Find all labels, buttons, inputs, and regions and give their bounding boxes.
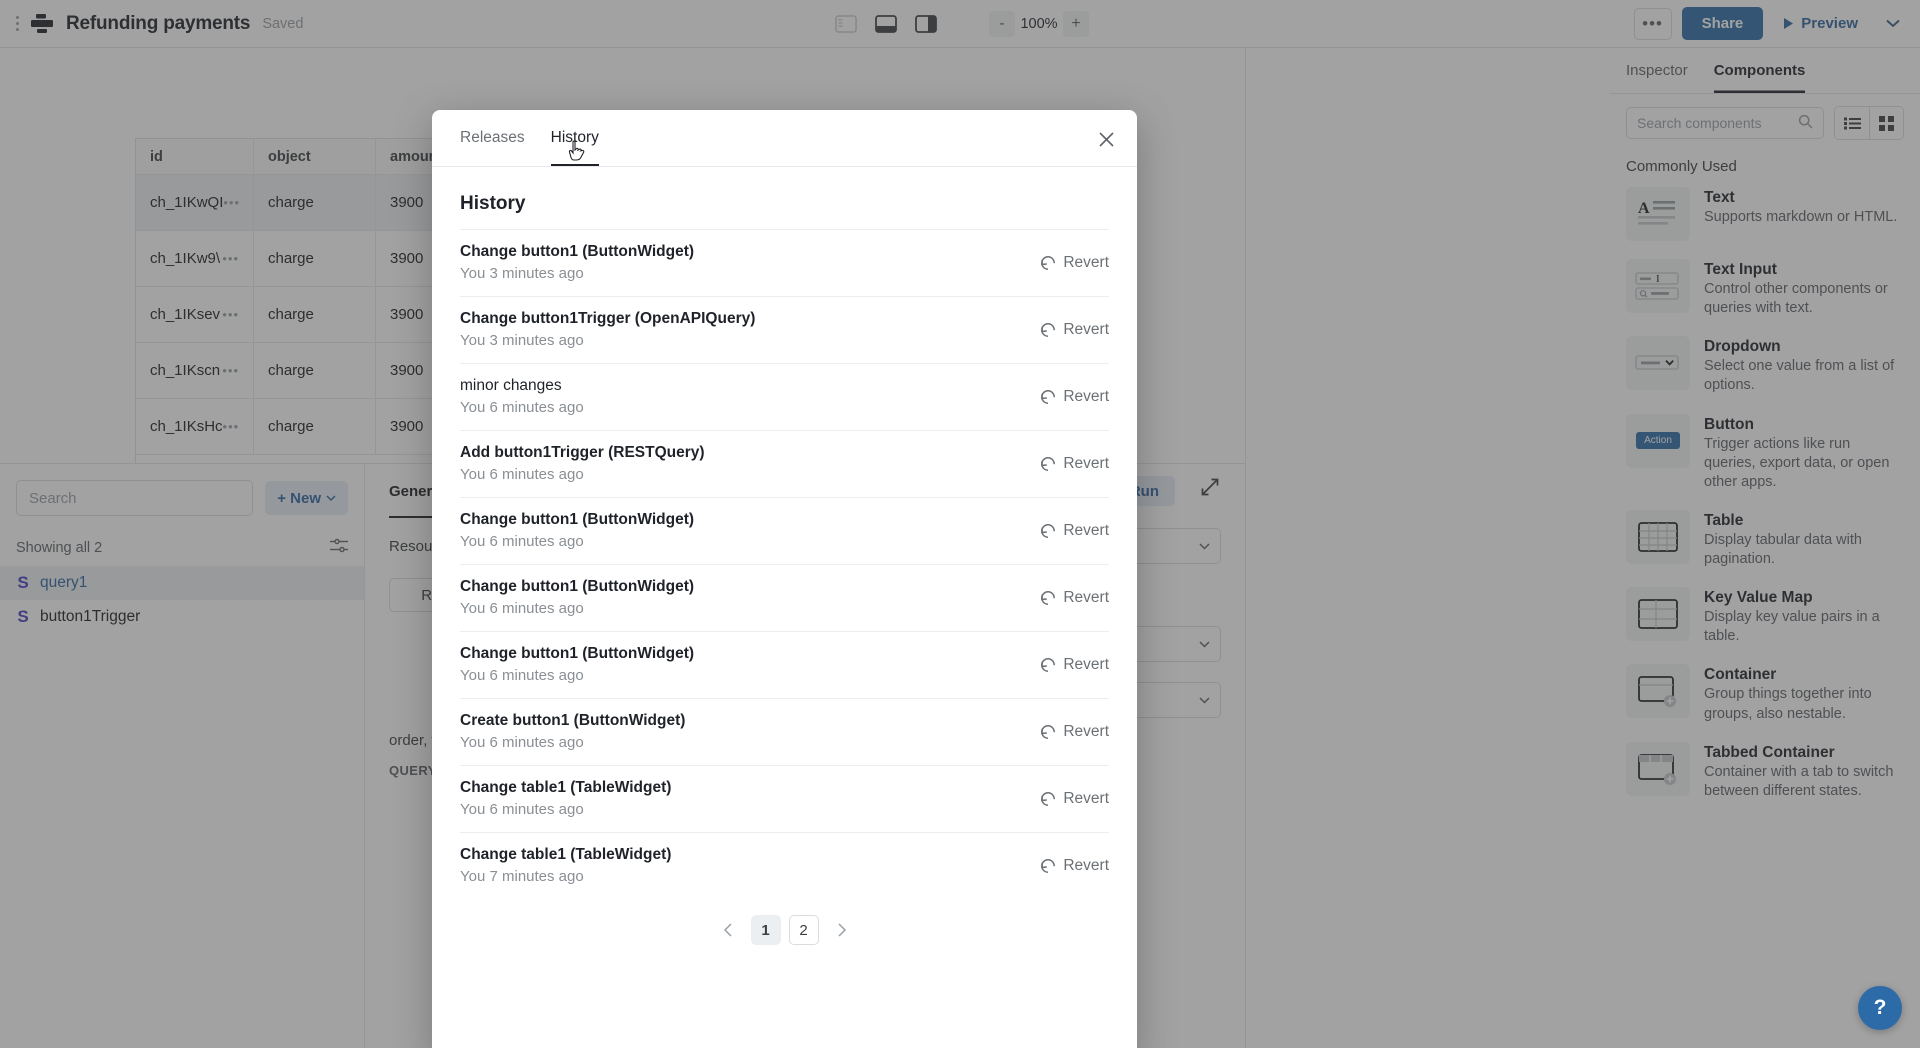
help-question-icon: ? <box>1873 996 1887 1019</box>
revert-arrow-icon <box>1041 457 1056 471</box>
history-entry-title: Add button1Trigger (RESTQuery) <box>460 444 705 461</box>
history-entry-title: Change button1 (ButtonWidget) <box>460 645 695 662</box>
revert-arrow-icon <box>1041 658 1056 672</box>
history-title: History <box>460 193 526 214</box>
history-entry-title: Change table1 (TableWidget) <box>460 779 672 796</box>
history-entry-text: Add button1Trigger (RESTQuery) You 6 min… <box>460 444 1040 483</box>
history-entry-title: Change button1 (ButtonWidget) <box>460 243 695 260</box>
history-entry-text: Change button1Trigger (OpenAPIQuery) You… <box>460 310 1040 349</box>
help-button[interactable]: ? <box>1858 986 1902 1030</box>
pagination: 1 2 <box>460 899 1109 955</box>
history-entry: Change button1 (ButtonWidget) You 3 minu… <box>460 229 1109 296</box>
page-1-button[interactable]: 1 <box>750 915 781 945</box>
history-entry-meta: You 6 minutes ago <box>460 734 584 751</box>
revert-label: Revert <box>1063 789 1109 807</box>
revert-arrow-icon <box>1041 792 1056 806</box>
revert-label: Revert <box>1063 856 1109 874</box>
history-entry-text: Change table1 (TableWidget) You 6 minute… <box>460 779 1040 818</box>
revert-button[interactable]: Revert <box>1040 254 1109 272</box>
revert-label: Revert <box>1063 722 1109 740</box>
revert-arrow-icon <box>1041 859 1056 873</box>
history-entry-title: minor changes <box>460 377 562 394</box>
history-entry: Create button1 (ButtonWidget) You 6 minu… <box>460 698 1109 765</box>
close-icon[interactable] <box>1095 128 1117 150</box>
revert-label: Revert <box>1063 521 1109 539</box>
revert-button[interactable]: Revert <box>1040 589 1109 607</box>
history-entry-meta: You 6 minutes ago <box>460 600 584 617</box>
revert-label: Revert <box>1063 253 1109 271</box>
revert-label: Revert <box>1063 454 1109 472</box>
history-entry: Change table1 (TableWidget) You 7 minute… <box>460 832 1109 899</box>
tab-history[interactable]: History <box>550 110 600 166</box>
history-entry-text: Change button1 (ButtonWidget) You 6 minu… <box>460 511 1040 550</box>
revert-button[interactable]: Revert <box>1040 455 1109 473</box>
history-entry-meta: You 6 minutes ago <box>460 667 584 684</box>
history-entry-text: Create button1 (ButtonWidget) You 6 minu… <box>460 712 1040 751</box>
history-entry-meta: You 6 minutes ago <box>460 399 584 416</box>
history-entry: minor changes You 6 minutes ago Revert <box>460 363 1109 430</box>
history-entry-title: Change button1 (ButtonWidget) <box>460 578 695 595</box>
revert-label: Revert <box>1063 655 1109 673</box>
revert-label: Revert <box>1063 387 1109 405</box>
revert-arrow-icon <box>1041 323 1056 337</box>
history-entry: Change button1 (ButtonWidget) You 6 minu… <box>460 631 1109 698</box>
history-entry-title: Change table1 (TableWidget) <box>460 846 672 863</box>
revert-button[interactable]: Revert <box>1040 321 1109 339</box>
history-entry-title: Create button1 (ButtonWidget) <box>460 712 686 729</box>
history-entry-meta: You 3 minutes ago <box>460 265 584 282</box>
revert-button[interactable]: Revert <box>1040 656 1109 674</box>
app-root: Refunding payments Saved - 100% + ••• Sh… <box>0 0 1920 1048</box>
history-entry-text: Change table1 (TableWidget) You 7 minute… <box>460 846 1040 885</box>
revert-arrow-icon <box>1041 256 1056 270</box>
revert-label: Revert <box>1063 320 1109 338</box>
history-entry-meta: You 6 minutes ago <box>460 466 584 483</box>
revert-button[interactable]: Revert <box>1040 522 1109 540</box>
history-entry-text: Change button1 (ButtonWidget) You 3 minu… <box>460 243 1040 282</box>
chevron-right-icon[interactable] <box>827 915 857 945</box>
revert-button[interactable]: Revert <box>1040 388 1109 406</box>
revert-button[interactable]: Revert <box>1040 857 1109 875</box>
history-entry-title: Change button1 (ButtonWidget) <box>460 511 695 528</box>
history-entry: Change button1 (ButtonWidget) You 6 minu… <box>460 564 1109 631</box>
releases-history-modal: Releases History History Change button1 … <box>432 110 1137 1048</box>
history-entry: Change button1 (ButtonWidget) You 6 minu… <box>460 497 1109 564</box>
page-2-button[interactable]: 2 <box>788 915 819 945</box>
history-entry-title: Change button1Trigger (OpenAPIQuery) <box>460 310 756 327</box>
history-entry: Add button1Trigger (RESTQuery) You 6 min… <box>460 430 1109 497</box>
revert-arrow-icon <box>1041 524 1056 538</box>
history-entry-meta: You 6 minutes ago <box>460 533 584 550</box>
history-entry-text: Change button1 (ButtonWidget) You 6 minu… <box>460 578 1040 617</box>
revert-arrow-icon <box>1041 591 1056 605</box>
history-entry: Change table1 (TableWidget) You 6 minute… <box>460 765 1109 832</box>
history-entry-meta: You 7 minutes ago <box>460 868 584 885</box>
history-entry-meta: You 3 minutes ago <box>460 332 584 349</box>
revert-label: Revert <box>1063 588 1109 606</box>
history-entry-text: minor changes You 6 minutes ago <box>460 377 1040 416</box>
tab-releases[interactable]: Releases <box>460 110 525 166</box>
modal-body: History Change button1 (ButtonWidget) Yo… <box>432 167 1137 955</box>
revert-arrow-icon <box>1041 725 1056 739</box>
revert-arrow-icon <box>1041 390 1056 404</box>
modal-header: Releases History <box>432 110 1137 167</box>
history-entry: Change button1Trigger (OpenAPIQuery) You… <box>460 296 1109 363</box>
revert-button[interactable]: Revert <box>1040 723 1109 741</box>
history-entry-meta: You 6 minutes ago <box>460 801 584 818</box>
chevron-left-icon[interactable] <box>713 915 743 945</box>
modal-tabs: Releases History <box>432 110 1137 166</box>
history-entry-text: Change button1 (ButtonWidget) You 6 minu… <box>460 645 1040 684</box>
revert-button[interactable]: Revert <box>1040 790 1109 808</box>
